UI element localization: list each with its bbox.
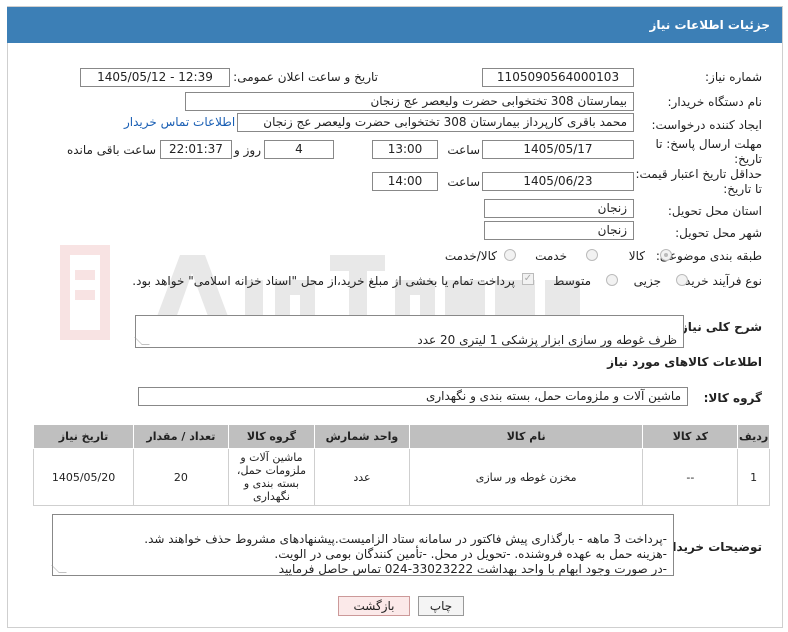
deadline-date-field: 1405/05/17 bbox=[482, 140, 634, 159]
cell-need-date: 1405/05/20 bbox=[32, 448, 135, 506]
process-minor-radio[interactable] bbox=[676, 274, 688, 286]
cell-quantity: 20 bbox=[133, 448, 229, 506]
remaining-time-label: ساعت باقی مانده bbox=[66, 143, 156, 157]
header-quantity: تعداد / مقدار bbox=[133, 424, 229, 449]
table-row[interactable]: 1 -- مخزن غوطه ور سازی عدد ماشین آلات و … bbox=[32, 448, 770, 506]
validity-date-field: 1405/06/23 bbox=[482, 172, 634, 191]
header-row-number: ردیف bbox=[737, 424, 770, 449]
table-header-row: ردیف کد کالا نام کالا واحد شمارش گروه کا… bbox=[32, 424, 770, 449]
validity-time-label: ساعت bbox=[447, 175, 480, 189]
header-goods-group: گروه کالا bbox=[227, 424, 316, 449]
treasury-payment-note: پرداخت تمام یا بخشی از مبلغ خرید،از محل … bbox=[132, 274, 515, 288]
description-text: ظرف غوطه ور سازی ابزار پزشکی 1 لیتری 20 … bbox=[417, 333, 677, 347]
cell-unit: عدد bbox=[314, 448, 410, 506]
province-label: استان محل تحویل: bbox=[667, 204, 762, 218]
cell-goods-name: مخزن غوطه ور سازی bbox=[408, 448, 644, 506]
need-number-field: 1105090564000103 bbox=[482, 68, 634, 87]
announce-datetime-field: 1405/05/12 - 12:39 bbox=[80, 68, 230, 87]
creator-field: محمد باقری کارپرداز بیمارستان 308 تختخوا… bbox=[237, 113, 634, 132]
process-type-label: نوع فرآیند خرید : bbox=[677, 274, 762, 288]
goods-info-title: اطلاعات کالاهای مورد نیاز bbox=[607, 355, 762, 369]
validity-time-field: 14:00 bbox=[372, 172, 438, 191]
header-goods-name: نام کالا bbox=[408, 424, 644, 449]
category-service-radio[interactable] bbox=[586, 249, 598, 261]
process-minor-label: جزیی bbox=[633, 274, 661, 288]
window-title: جزئیات اطلاعات نیاز bbox=[7, 7, 782, 43]
city-field: زنجان bbox=[484, 221, 634, 240]
category-goods-service-radio[interactable] bbox=[504, 249, 516, 261]
buyer-contact-link[interactable]: اطلاعات تماس خریدار bbox=[124, 115, 235, 129]
resize-handle-icon[interactable] bbox=[51, 565, 67, 573]
print-button[interactable]: چاپ bbox=[418, 596, 464, 616]
header-need-date: تاریخ نیاز bbox=[32, 424, 135, 449]
days-remaining-field: 4 bbox=[264, 140, 334, 159]
category-goods-service-label: کالا/خدمت bbox=[444, 249, 497, 263]
price-validity-label: حداقل تاریخ اعتبار قیمت: تا تاریخ: bbox=[635, 167, 762, 196]
resize-handle-icon[interactable] bbox=[134, 337, 150, 345]
days-and-label: روز و bbox=[234, 143, 261, 157]
process-medium-label: متوسط bbox=[553, 274, 591, 288]
goods-group-field: ماشین آلات و ملزومات حمل، بسته بندی و نگ… bbox=[138, 387, 688, 406]
cell-goods-code: -- bbox=[642, 448, 739, 506]
deadline-time-label: ساعت bbox=[447, 143, 480, 157]
need-number-label: شماره نیاز: bbox=[705, 70, 762, 84]
category-service-label: خدمت bbox=[535, 249, 567, 263]
treasury-payment-checkbox[interactable]: ✓ bbox=[522, 273, 534, 285]
buyer-notes-textarea[interactable]: -پرداخت 3 ماهه - بارگذاری پیش فاکتور در … bbox=[51, 514, 674, 576]
category-goods-label: کالا bbox=[628, 249, 645, 263]
cell-row-number: 1 bbox=[737, 448, 770, 506]
process-medium-radio[interactable] bbox=[606, 274, 618, 286]
goods-group-label: گروه کالا: bbox=[703, 391, 762, 405]
buyer-org-label: نام دستگاه خریدار: bbox=[667, 95, 763, 109]
deadline-label: مهلت ارسال پاسخ: تا تاریخ: bbox=[655, 137, 762, 166]
province-field: زنجان bbox=[484, 199, 634, 218]
header-goods-code: کد کالا bbox=[642, 424, 739, 449]
back-button[interactable]: بازگشت bbox=[338, 596, 410, 616]
buyer-notes-text: -پرداخت 3 ماهه - بارگذاری پیش فاکتور در … bbox=[144, 532, 667, 576]
creator-label: ایجاد کننده درخواست: bbox=[651, 118, 762, 132]
buyer-notes-label: توضیحات خریدار: bbox=[660, 540, 762, 554]
header-unit: واحد شمارش bbox=[314, 424, 410, 449]
cell-goods-group: ماشین آلات و ملزومات حمل، بسته بندی و نگ… bbox=[227, 448, 316, 506]
city-label: شهر محل تحویل: bbox=[675, 226, 762, 240]
remaining-time-field: 22:01:37 bbox=[160, 140, 232, 159]
description-textarea[interactable]: ظرف غوطه ور سازی ابزار پزشکی 1 لیتری 20 … bbox=[134, 315, 684, 348]
items-table: ردیف کد کالا نام کالا واحد شمارش گروه کا… bbox=[32, 424, 770, 506]
deadline-time-field: 13:00 bbox=[372, 140, 438, 159]
description-label: شرح کلی نیاز: bbox=[676, 320, 762, 334]
buyer-org-field: بیمارستان 308 تختخوابی حضرت ولیعصر عج زن… bbox=[185, 92, 634, 111]
announce-label: تاریخ و ساعت اعلان عمومی: bbox=[233, 70, 378, 84]
category-goods-radio[interactable] bbox=[660, 249, 672, 261]
